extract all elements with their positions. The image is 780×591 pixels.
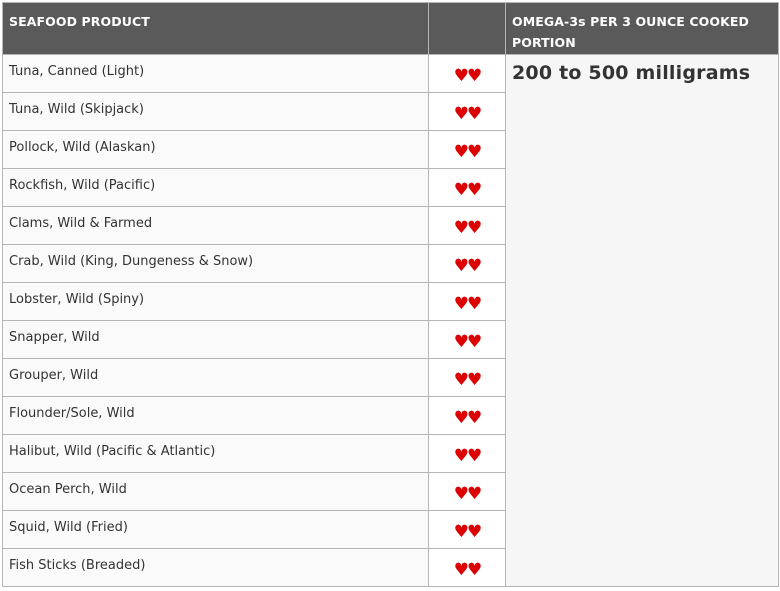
rating-cell: ♥♥ (428, 168, 506, 207)
product-name-cell: Lobster, Wild (Spiny) (2, 282, 429, 321)
rating-cell: ♥♥ (428, 92, 506, 131)
omega-amount-cell: 200 to 500 milligrams (505, 54, 779, 587)
product-name-cell: Tuna, Wild (Skipjack) (2, 92, 429, 131)
product-name-cell: Tuna, Canned (Light) (2, 54, 429, 93)
product-name-cell: Squid, Wild (Fried) (2, 510, 429, 549)
product-name-cell: Snapper, Wild (2, 320, 429, 359)
heart-icon: ♥♥ (453, 521, 483, 542)
rating-cell: ♥♥ (428, 434, 506, 473)
heart-icon: ♥♥ (453, 293, 483, 314)
rating-cell: ♥♥ (428, 244, 506, 283)
heart-icon: ♥♥ (453, 407, 483, 428)
heart-icon: ♥♥ (453, 179, 483, 200)
heart-icon: ♥♥ (453, 103, 483, 124)
heart-icon: ♥♥ (453, 255, 483, 276)
product-name-cell: Halibut, Wild (Pacific & Atlantic) (2, 434, 429, 473)
product-name-cell: Fish Sticks (Breaded) (2, 548, 429, 587)
heart-icon: ♥♥ (453, 141, 483, 162)
product-name-cell: Clams, Wild & Farmed (2, 206, 429, 245)
seafood-omega-table: SEAFOOD PRODUCT OMEGA-3s PER 3 OUNCE COO… (2, 2, 779, 587)
heart-icon: ♥♥ (453, 483, 483, 504)
rating-cell: ♥♥ (428, 206, 506, 245)
omega-amount: 200 to 500 milligrams (512, 62, 751, 84)
rating-cell: ♥♥ (428, 130, 506, 169)
page: { "table": { "headers": { "product": "SE… (0, 0, 780, 591)
header-seafood-product: SEAFOOD PRODUCT (2, 2, 429, 55)
heart-icon: ♥♥ (453, 331, 483, 352)
rating-cell: ♥♥ (428, 320, 506, 359)
rating-cell: ♥♥ (428, 54, 506, 93)
rating-cell: ♥♥ (428, 358, 506, 397)
rating-cell: ♥♥ (428, 282, 506, 321)
product-name-cell: Grouper, Wild (2, 358, 429, 397)
product-name-cell: Ocean Perch, Wild (2, 472, 429, 511)
header-row: SEAFOOD PRODUCT OMEGA-3s PER 3 OUNCE COO… (2, 2, 779, 55)
table-body: Tuna, Canned (Light) ♥♥ 200 to 500 milli… (2, 54, 779, 587)
heart-icon: ♥♥ (453, 559, 483, 580)
product-name-cell: Pollock, Wild (Alaskan) (2, 130, 429, 169)
heart-icon: ♥♥ (453, 217, 483, 238)
product-name-cell: Flounder/Sole, Wild (2, 396, 429, 435)
product-name-cell: Rockfish, Wild (Pacific) (2, 168, 429, 207)
product-name-cell: Crab, Wild (King, Dungeness & Snow) (2, 244, 429, 283)
rating-cell: ♥♥ (428, 396, 506, 435)
table-row: Tuna, Canned (Light) ♥♥ 200 to 500 milli… (2, 54, 779, 587)
heart-icon: ♥♥ (453, 369, 483, 390)
rating-cell: ♥♥ (428, 548, 506, 587)
header-rating (428, 2, 506, 55)
heart-icon: ♥♥ (453, 445, 483, 466)
rating-cell: ♥♥ (428, 472, 506, 511)
heart-icon: ♥♥ (453, 65, 483, 86)
rating-cell: ♥♥ (428, 510, 506, 549)
table-header: SEAFOOD PRODUCT OMEGA-3s PER 3 OUNCE COO… (2, 2, 779, 55)
header-omega-per-portion: OMEGA-3s PER 3 OUNCE COOKED PORTION (505, 2, 779, 55)
